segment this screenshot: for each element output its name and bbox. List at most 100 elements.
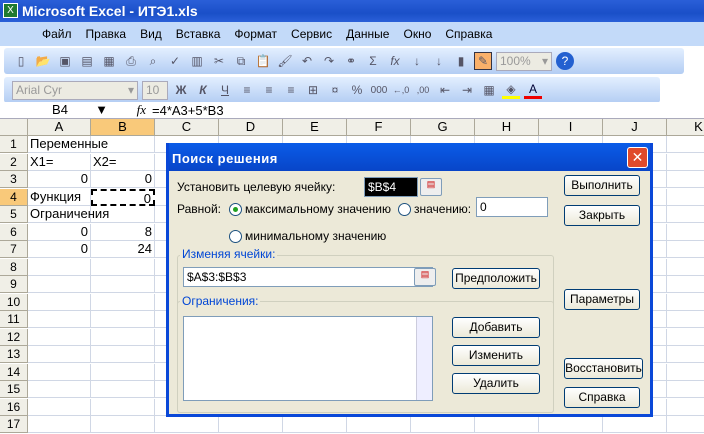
column-header-K[interactable]: K — [667, 119, 704, 136]
cell-K5[interactable] — [667, 206, 704, 223]
column-header-I[interactable]: I — [539, 119, 603, 136]
min-label[interactable]: минимальному значению — [245, 229, 386, 243]
scrollbar[interactable] — [416, 317, 432, 400]
cell-B2[interactable]: X2= — [91, 153, 155, 171]
cell-K2[interactable] — [667, 154, 704, 171]
column-header-B[interactable]: B — [91, 119, 155, 136]
cell-B7[interactable]: 24 — [91, 241, 155, 258]
cell-K6[interactable] — [667, 224, 704, 241]
italic-button[interactable]: К — [194, 81, 212, 99]
cell-K12[interactable] — [667, 329, 704, 346]
chart-wizard-icon[interactable]: ▮ — [452, 52, 470, 70]
cell-B11[interactable] — [91, 311, 155, 328]
formula-input[interactable]: =4*A3+5*B3 — [150, 103, 224, 118]
cell-A17[interactable] — [28, 416, 91, 433]
cell-K16[interactable] — [667, 399, 704, 416]
thousands-button[interactable]: 000 — [370, 81, 388, 99]
cell-J17[interactable] — [603, 416, 667, 433]
redo-icon[interactable]: ↷ — [320, 52, 338, 70]
row-header-8[interactable]: 8 — [0, 258, 28, 276]
sort-ascending-icon[interactable]: ↓ — [408, 52, 426, 70]
menu-data[interactable]: Данные — [339, 27, 396, 41]
row-header-11[interactable]: 11 — [0, 311, 28, 328]
row-header-7[interactable]: 7 — [0, 241, 28, 258]
open-icon[interactable]: 📂 — [34, 52, 52, 70]
add-button[interactable]: Добавить — [452, 317, 540, 338]
cell-K4[interactable] — [667, 189, 704, 206]
cell-A10[interactable] — [28, 293, 91, 311]
cell-K10[interactable] — [667, 294, 704, 311]
row-header-6[interactable]: 6 — [0, 223, 28, 241]
increase-indent-icon[interactable]: ⇥ — [458, 81, 476, 99]
value-label[interactable]: значению: — [414, 202, 471, 216]
print-preview-icon[interactable]: ⌕ — [144, 52, 162, 70]
cell-I17[interactable] — [539, 416, 603, 433]
menu-insert[interactable]: Вставка — [169, 27, 228, 41]
cell-A6[interactable]: 0 — [28, 223, 91, 241]
font-color-icon[interactable]: A — [524, 81, 542, 99]
menu-file[interactable]: Файл — [35, 27, 79, 41]
underline-button[interactable]: Ч — [216, 81, 234, 99]
cell-A11[interactable] — [28, 311, 91, 328]
cell-B13[interactable] — [91, 346, 155, 363]
cell-K9[interactable] — [667, 276, 704, 293]
row-header-14[interactable]: 14 — [0, 363, 28, 381]
cell-H17[interactable] — [475, 416, 539, 433]
cell-A5[interactable]: Ограничения — [28, 206, 109, 223]
drawing-icon[interactable]: ✎ — [474, 52, 492, 70]
format-painter-icon[interactable]: 🖌 — [276, 52, 294, 70]
guess-button[interactable]: Предположить — [452, 268, 540, 289]
cell-A12[interactable] — [28, 328, 91, 346]
row-header-13[interactable]: 13 — [0, 346, 28, 363]
percent-button[interactable]: % — [348, 81, 366, 99]
merge-center-icon[interactable]: ⊞ — [304, 81, 322, 99]
cell-B3[interactable]: 0 — [91, 171, 155, 188]
borders-icon[interactable]: ▦ — [480, 81, 498, 99]
reset-button[interactable]: Восстановить — [564, 358, 643, 379]
align-left-icon[interactable]: ≡ — [238, 81, 256, 99]
help-button[interactable]: Справка — [564, 387, 640, 408]
row-header-10[interactable]: 10 — [0, 293, 28, 311]
cell-A15[interactable] — [28, 381, 91, 398]
changing-cells-input[interactable]: $A$3:$B$3 — [183, 267, 433, 287]
cell-G17[interactable] — [411, 416, 475, 433]
cell-K3[interactable] — [667, 171, 704, 188]
column-header-H[interactable]: H — [475, 119, 539, 136]
insert-function-icon[interactable]: fx — [386, 52, 404, 70]
cell-B10[interactable] — [91, 293, 155, 311]
cell-B6[interactable]: 8 — [91, 223, 155, 241]
cell-D17[interactable] — [219, 416, 283, 433]
close-icon[interactable]: ✕ — [627, 147, 648, 168]
cell-A7[interactable]: 0 — [28, 241, 91, 258]
font-size-select[interactable]: 10 — [142, 80, 168, 100]
cell-F17[interactable] — [347, 416, 411, 433]
max-radio[interactable] — [229, 203, 242, 216]
cell-A4[interactable]: Функция — [28, 188, 91, 206]
copy-icon[interactable]: ⧉ — [232, 52, 250, 70]
cell-B14[interactable] — [91, 363, 155, 381]
collapse-dialog-icon[interactable]: ▤ — [420, 178, 442, 196]
cut-icon[interactable]: ✂ — [210, 52, 228, 70]
menu-help[interactable]: Справка — [438, 27, 499, 41]
decrease-indent-icon[interactable]: ⇤ — [436, 81, 454, 99]
new-icon[interactable]: ▯ — [12, 52, 30, 70]
align-center-icon[interactable]: ≡ — [260, 81, 278, 99]
solve-button[interactable]: Выполнить — [564, 175, 640, 196]
cell-K14[interactable] — [667, 364, 704, 381]
currency-icon[interactable]: ¤ — [326, 81, 344, 99]
hyperlink-icon[interactable]: ⚭ — [342, 52, 360, 70]
row-header-4[interactable]: 4 — [0, 188, 28, 206]
sort-descending-icon[interactable]: ↓ — [430, 52, 448, 70]
menu-edit[interactable]: Правка — [79, 27, 134, 41]
cell-B15[interactable] — [91, 381, 155, 398]
font-select[interactable]: Arial Cyr ▾ — [12, 80, 138, 100]
menu-window[interactable]: Окно — [396, 27, 438, 41]
value-input[interactable]: 0 — [476, 197, 548, 217]
row-header-16[interactable]: 16 — [0, 398, 28, 416]
collapse-dialog-icon[interactable]: ▤ — [414, 268, 436, 286]
max-label[interactable]: максимальному значению — [245, 202, 391, 216]
cell-C17[interactable] — [155, 416, 219, 433]
column-header-E[interactable]: E — [283, 119, 347, 136]
cell-K11[interactable] — [667, 311, 704, 328]
zoom-select[interactable]: 100% ▾ — [496, 51, 552, 71]
